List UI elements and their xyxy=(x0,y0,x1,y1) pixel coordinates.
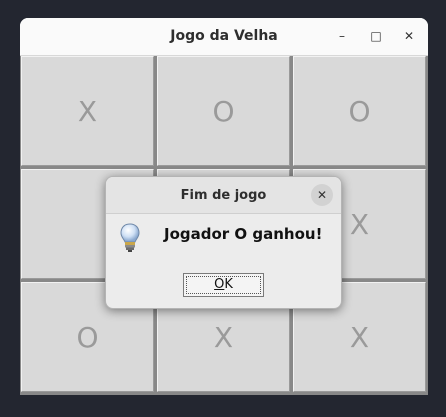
minimize-button[interactable]: – xyxy=(332,26,352,46)
dialog-title-bar: Fim de jogo ✕ xyxy=(106,177,341,214)
maximize-button[interactable]: □ xyxy=(366,26,386,46)
title-bar: Jogo da Velha – □ ✕ xyxy=(20,18,428,56)
dialog-close-button[interactable]: ✕ xyxy=(311,184,333,206)
board-cell[interactable]: O xyxy=(157,56,290,166)
ok-mnemonic: O xyxy=(214,277,225,292)
ok-label-rest: K xyxy=(224,277,233,292)
board-cell[interactable]: O xyxy=(293,56,426,166)
ok-button[interactable]: OK xyxy=(183,273,264,297)
close-button[interactable]: ✕ xyxy=(399,26,419,46)
dialog-title: Fim de jogo xyxy=(180,188,267,203)
lightbulb-icon xyxy=(120,223,140,253)
dialog-message: Jogador O ganhou! xyxy=(164,225,323,243)
game-over-dialog: Fim de jogo ✕ Jogador O ganhou! OK xyxy=(105,176,342,309)
board-cell[interactable]: X xyxy=(21,56,154,166)
